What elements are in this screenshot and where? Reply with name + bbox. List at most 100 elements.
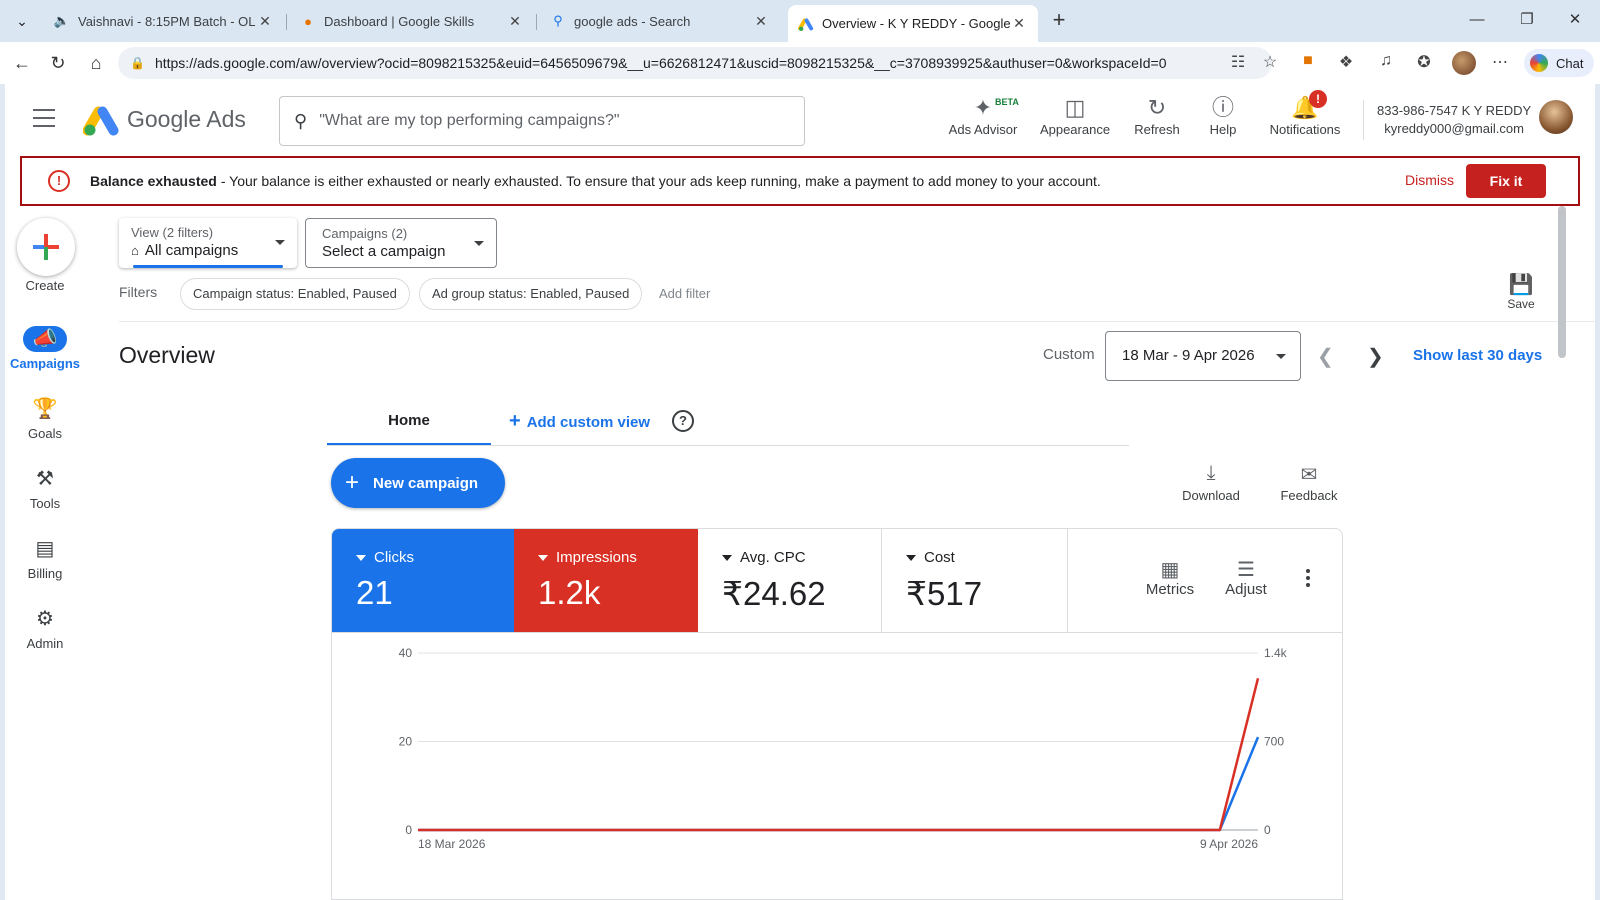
url-input[interactable]: 🔒 https://ads.google.com/aw/overview?oci… xyxy=(118,47,1272,79)
show-last-30-days-link[interactable]: Show last 30 days xyxy=(1413,347,1542,364)
divider xyxy=(119,321,1595,322)
megaphone-icon[interactable]: 📣 xyxy=(23,326,67,352)
campaign-select[interactable]: Campaigns (2) Select a campaign xyxy=(305,218,497,268)
metrics-label: Metrics xyxy=(1145,581,1195,598)
metric-name: Cost xyxy=(924,549,955,566)
balance-alert-banner: ! Balance exhausted - Your balance is ei… xyxy=(20,156,1580,206)
left-axis-tick-label: 40 xyxy=(399,646,413,660)
sidebar-item-goals[interactable]: Goals xyxy=(5,426,85,441)
sliders-icon: ☰ xyxy=(1237,559,1255,581)
filter-chip-campaign-status[interactable]: Campaign status: Enabled, Paused xyxy=(180,278,410,310)
adjust-label: Adjust xyxy=(1225,581,1267,598)
more-menu-icon[interactable]: ⋯ xyxy=(1488,52,1512,72)
trophy-icon[interactable]: 🏆 xyxy=(23,396,67,422)
metrics-button[interactable]: ▦ Metrics xyxy=(1142,557,1198,598)
new-tab-plus-icon[interactable]: + xyxy=(1044,8,1074,34)
sidebar-item-campaigns[interactable]: Campaigns xyxy=(5,356,85,371)
metric-name: Impressions xyxy=(556,549,637,566)
brand-name: Google Ads xyxy=(127,106,246,132)
account-email: kyreddy000@gmail.com xyxy=(1384,121,1524,136)
close-icon[interactable]: ✕ xyxy=(1010,15,1028,32)
browser-tab-1[interactable]: 🔈 Vaishnavi - 8:15PM Batch - OL ✕ xyxy=(44,5,284,37)
sidebar-item-tools[interactable]: Tools xyxy=(5,496,85,511)
help-button[interactable]: ⓘ Help xyxy=(1201,94,1245,150)
reload-icon[interactable]: ↻ xyxy=(44,50,72,76)
browser-tab-label: Dashboard | Google Skills xyxy=(324,13,475,29)
page-scrollbar[interactable] xyxy=(1558,206,1566,358)
favorites-icon[interactable]: ✪ xyxy=(1412,52,1436,72)
back-arrow-icon[interactable]: ← xyxy=(8,50,36,76)
sidebar-item-billing[interactable]: Billing xyxy=(5,566,85,581)
date-range-select[interactable]: 18 Mar - 9 Apr 2026 xyxy=(1105,331,1301,381)
view-filter-select[interactable]: View (2 filters) ⌂ All campaigns xyxy=(119,218,297,268)
tab-divider xyxy=(536,14,537,30)
refresh-button[interactable]: ↻ Refresh xyxy=(1127,94,1187,150)
close-icon[interactable]: ✕ xyxy=(506,13,524,30)
hamburger-menu-icon[interactable] xyxy=(33,109,55,127)
feedback-button[interactable]: ✉ Feedback xyxy=(1277,462,1341,503)
dismiss-button[interactable]: Dismiss xyxy=(1405,172,1454,188)
adjust-button[interactable]: ☰ Adjust xyxy=(1220,557,1272,598)
browser-tab-3[interactable]: ⚲ google ads - Search ✕ xyxy=(540,5,780,37)
plus-icon: + xyxy=(345,469,360,496)
chevron-left-icon[interactable]: ❮ xyxy=(1317,344,1334,369)
avatar[interactable] xyxy=(1539,100,1573,134)
metric-clicks[interactable]: Clicks 21 xyxy=(332,529,514,632)
extensions-puzzle-icon[interactable]: ❖ xyxy=(1334,52,1358,72)
tab-list-chevron-icon[interactable]: ⌄ xyxy=(6,6,38,36)
metric-cost[interactable]: Cost ₹517 xyxy=(882,529,1068,632)
notifications-label: Notifications xyxy=(1269,122,1341,137)
close-icon[interactable]: ✕ xyxy=(752,13,770,30)
metric-value: 21 xyxy=(356,574,393,611)
home-icon[interactable]: ⌂ xyxy=(82,50,110,76)
add-custom-view-button[interactable]: + Add custom view xyxy=(509,402,650,440)
tab-divider xyxy=(286,14,287,30)
fix-it-button[interactable]: Fix it xyxy=(1466,164,1546,198)
search-input[interactable]: ⚲ "What are my top performing campaigns?… xyxy=(279,96,805,146)
more-vert-icon[interactable] xyxy=(1306,569,1310,590)
account-info[interactable]: 833-986-7547 K Y REDDY kyreddy000@gmail.… xyxy=(1377,102,1531,138)
close-window-icon[interactable]: ✕ xyxy=(1552,8,1598,34)
building-icon: ⌂ xyxy=(131,243,139,258)
metric-impressions[interactable]: Impressions 1.2k xyxy=(514,529,698,632)
credit-card-icon[interactable]: ▤ xyxy=(23,536,67,562)
filter-chip-ad-group-status[interactable]: Ad group status: Enabled, Paused xyxy=(419,278,643,310)
minimize-icon[interactable]: — xyxy=(1454,8,1500,34)
download-button[interactable]: ⤓ Download xyxy=(1181,462,1241,503)
gear-icon[interactable]: ⚙ xyxy=(23,606,67,632)
feedback-label: Feedback xyxy=(1280,488,1338,503)
series-line-impressions xyxy=(418,677,1260,832)
reading-mode-icon[interactable]: ☷ xyxy=(1226,52,1250,72)
media-icon[interactable]: ♫ xyxy=(1374,52,1398,70)
save-button[interactable]: 💾 Save xyxy=(1501,272,1541,311)
sidebar-item-admin[interactable]: Admin xyxy=(5,636,85,651)
page-title: Overview xyxy=(119,342,215,368)
add-custom-view-label: Add custom view xyxy=(526,414,651,431)
browser-tab-2[interactable]: ● Dashboard | Google Skills ✕ xyxy=(290,5,534,37)
notification-badge: ! xyxy=(1309,90,1327,108)
url-text: https://ads.google.com/aw/overview?ocid=… xyxy=(154,55,1167,71)
account-id-name: 833-986-7547 K Y REDDY xyxy=(1377,103,1532,118)
appearance-button[interactable]: ◫ Appearance xyxy=(1035,94,1115,150)
favorite-star-icon[interactable]: ☆ xyxy=(1258,52,1282,72)
speaker-icon: 🔈 xyxy=(53,13,71,28)
create-button[interactable] xyxy=(17,218,75,276)
help-label: Help xyxy=(1209,122,1237,137)
add-filter-button[interactable]: Add filter xyxy=(659,286,710,301)
metric-name: Avg. CPC xyxy=(740,549,806,566)
copilot-chat-button[interactable]: Chat xyxy=(1524,49,1594,77)
restore-icon[interactable]: ❐ xyxy=(1504,8,1550,34)
extension-badge-icon[interactable]: ■ xyxy=(1296,52,1320,70)
metric-avg-cpc[interactable]: Avg. CPC ₹24.62 xyxy=(698,529,882,632)
chevron-right-icon[interactable]: ❯ xyxy=(1367,344,1384,369)
tab-home[interactable]: Home xyxy=(327,402,491,446)
browser-tab-4-active[interactable]: Overview - K Y REDDY - Google Ads ✕ xyxy=(788,5,1038,42)
ads-advisor-button[interactable]: ✦ BETA Ads Advisor xyxy=(943,94,1023,150)
profile-avatar[interactable] xyxy=(1452,51,1476,75)
new-campaign-button[interactable]: + New campaign xyxy=(331,458,505,508)
help-circle-icon[interactable]: ? xyxy=(672,410,694,432)
tools-icon[interactable]: ⚒ xyxy=(23,466,67,492)
alert-title: Balance exhausted xyxy=(90,173,217,189)
notifications-button[interactable]: 🔔! Notifications xyxy=(1257,90,1353,150)
close-icon[interactable]: ✕ xyxy=(256,13,274,30)
